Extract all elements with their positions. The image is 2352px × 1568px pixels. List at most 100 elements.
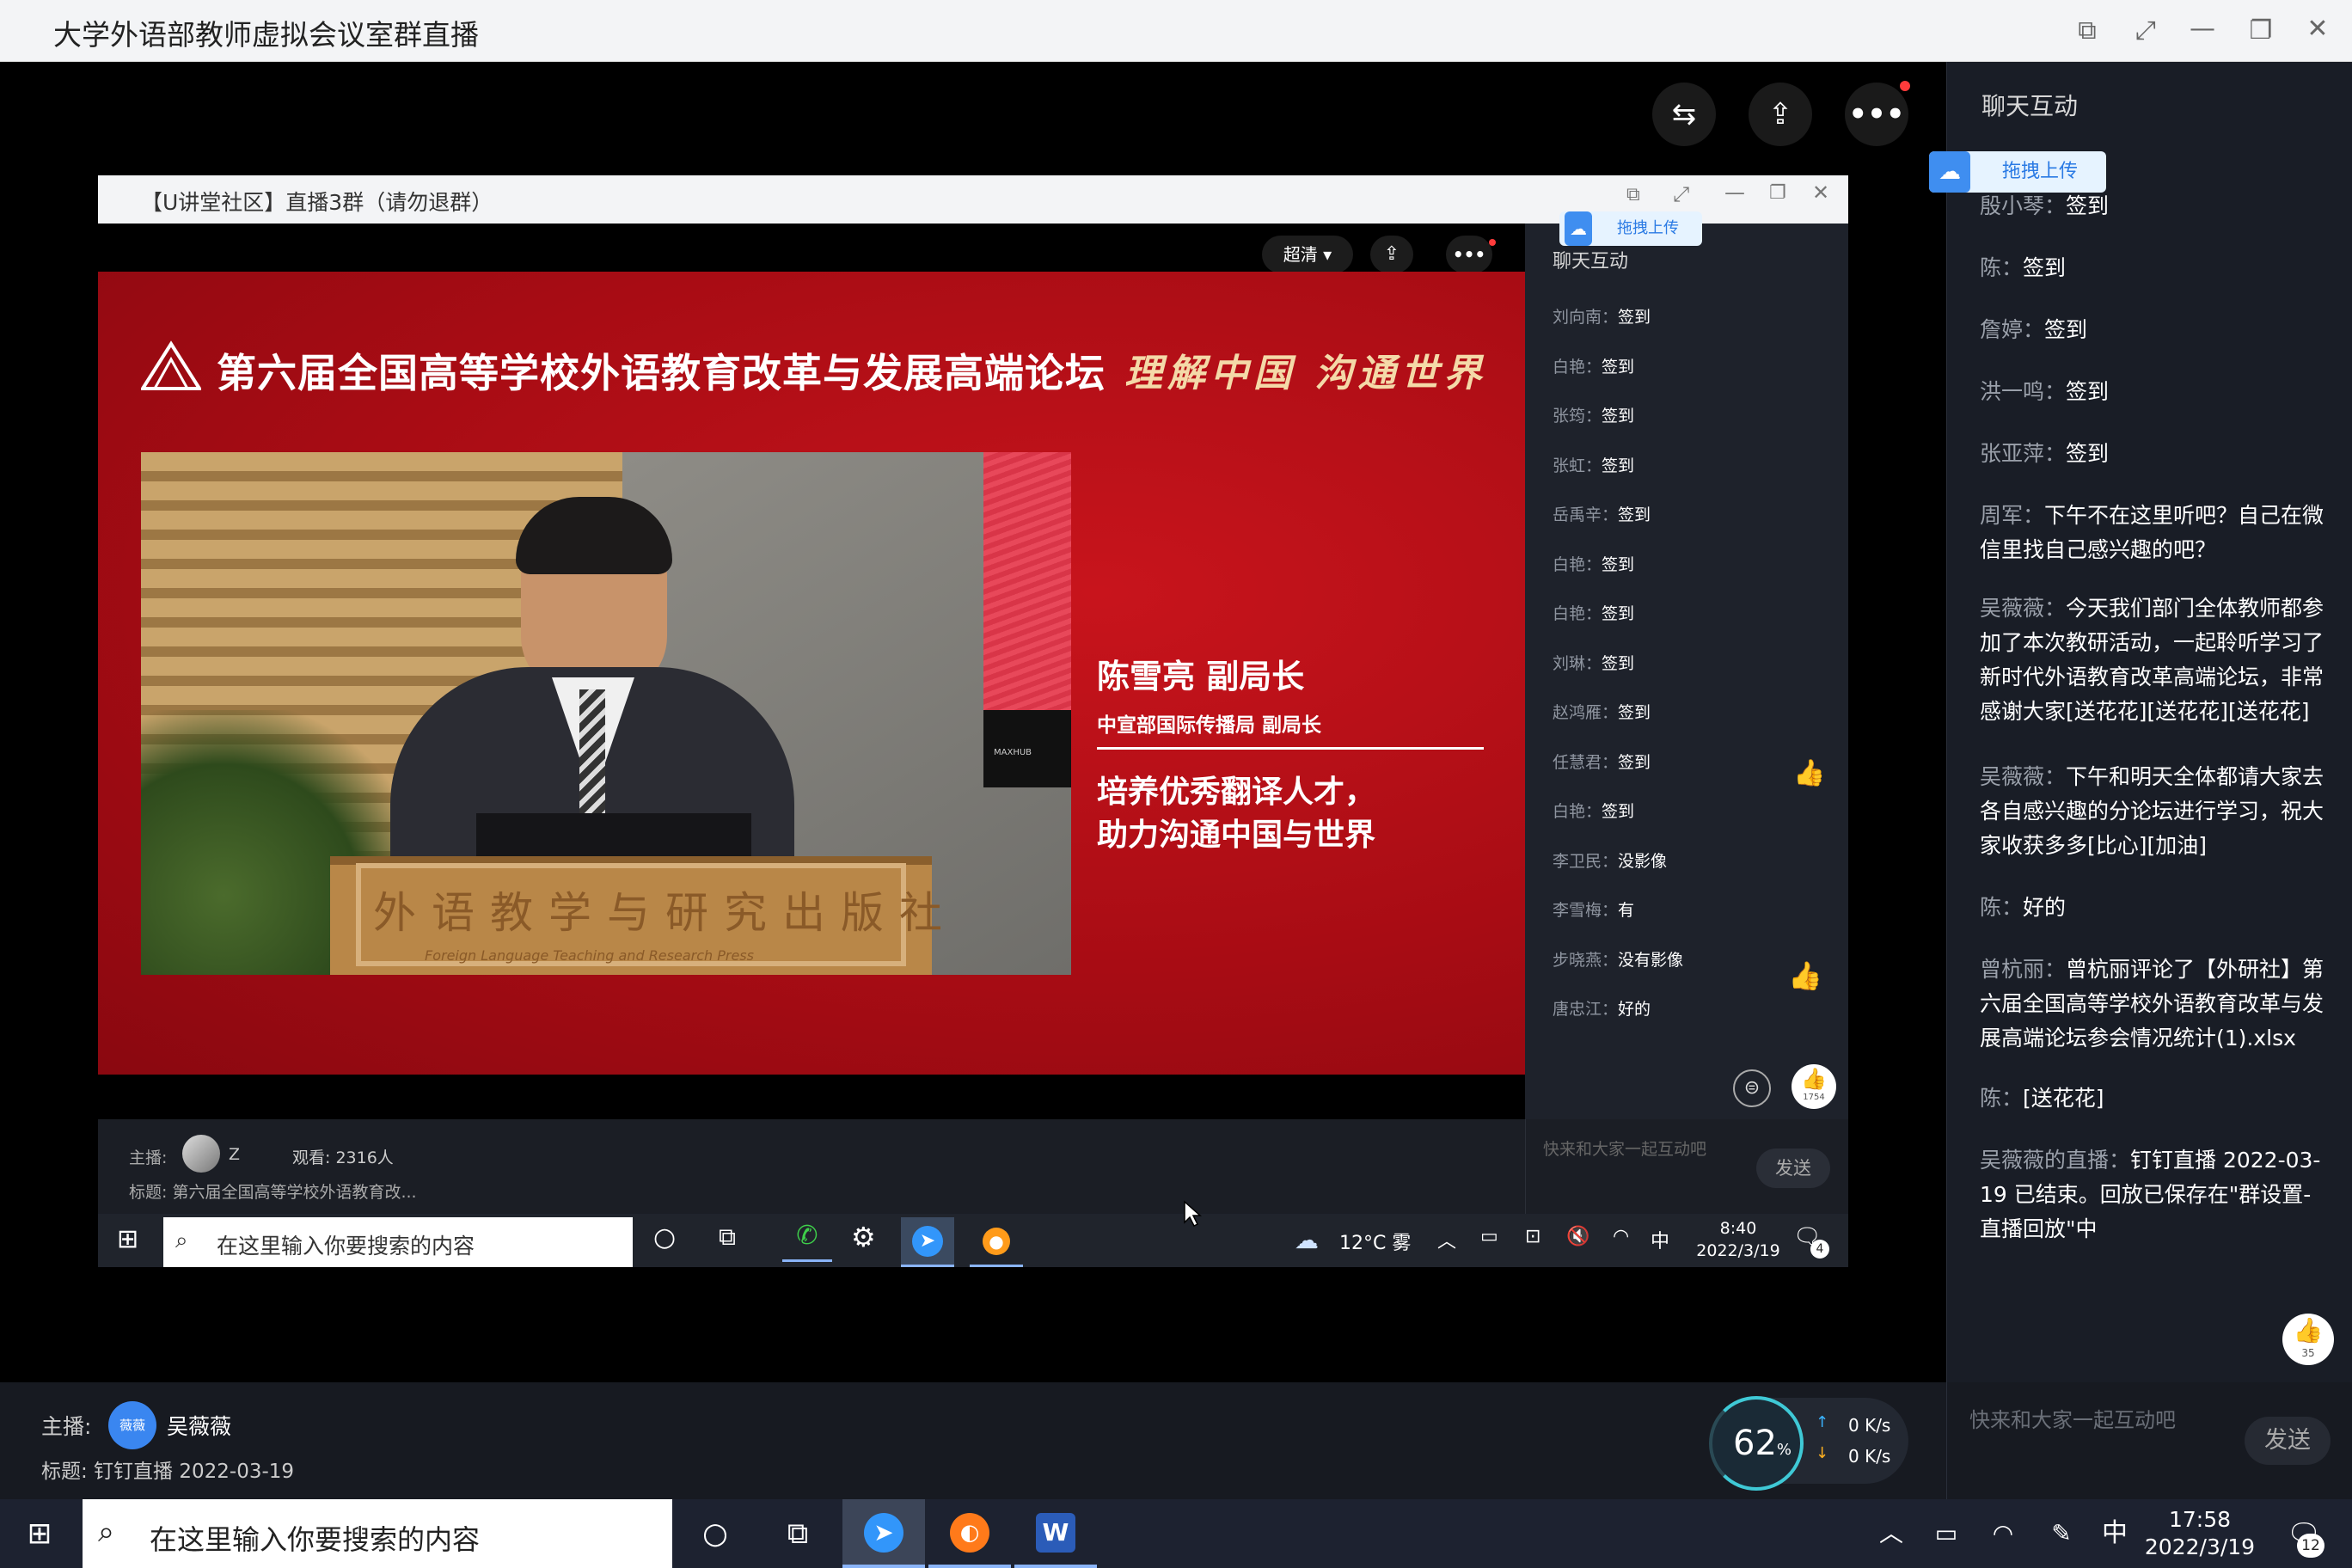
pip-icon[interactable]: ⧉	[2061, 5, 2113, 57]
chat-text: 好的	[2023, 895, 2067, 920]
chat-text: 签到	[1602, 357, 1635, 377]
chat-message: 吴薇薇：下午和明天全体都请大家去各自感兴趣的分论坛进行学习，祝大家收获多多[比心…	[1980, 760, 2332, 863]
chat-sender: 白艳：	[1553, 554, 1602, 574]
chat-message: 陈：[送花花]	[1980, 1081, 2332, 1116]
chat-sender: 白艳：	[1553, 604, 1602, 623]
clock[interactable]: 8:40 2022/3/19	[1687, 1217, 1790, 1262]
more-icon[interactable]: •••	[1446, 236, 1492, 273]
taskbar-search[interactable]: ⌕ 在这里输入你要搜索的内容	[83, 1499, 672, 1568]
task-view-icon[interactable]: ⧉	[763, 1508, 832, 1559]
browser-taskbar-icon[interactable]: ◐	[928, 1499, 1011, 1568]
send-button[interactable]: 发送	[2245, 1417, 2331, 1465]
like-count: 1754	[1803, 1093, 1825, 1102]
chat-sender: 詹婷：	[1980, 317, 2045, 342]
word-taskbar-icon[interactable]: W	[1014, 1499, 1097, 1568]
dingtalk-icon: ➤	[912, 1226, 943, 1257]
outer-chat-input-area: 快来和大家一起互动吧 发送	[1946, 1382, 2352, 1499]
chat-sender: 张亚萍：	[1980, 441, 2067, 466]
fullscreen-icon[interactable]: ⤢	[1673, 182, 1689, 206]
taskbar-search[interactable]: ⌕ 在这里输入你要搜索的内容	[163, 1217, 633, 1267]
chat-text: 签到	[2044, 317, 2088, 342]
dingtalk-taskbar-icon[interactable]: ➤	[842, 1499, 925, 1568]
chat-text: 签到	[1602, 554, 1635, 574]
chat-message: 陈：签到	[1980, 251, 2332, 285]
minimize-button[interactable]: —	[2177, 3, 2228, 55]
chat-sender: 步晓燕：	[1553, 950, 1619, 970]
chat-message: 白艳：签到	[1553, 799, 1634, 822]
chat-text: 签到	[2066, 379, 2110, 404]
battery-icon[interactable]: ▭	[1480, 1226, 1498, 1247]
chat-input[interactable]: 快来和大家一起互动吧	[1543, 1136, 1749, 1160]
chat-input[interactable]: 快来和大家一起互动吧	[1969, 1403, 2227, 1433]
podium-subtext: Foreign Language Teaching and Research P…	[425, 947, 754, 964]
system-monitor-widget[interactable]: 62% ↑ 0 K/s ↓ 0 K/s	[1709, 1396, 1908, 1491]
chat-text: 没影像	[1618, 851, 1668, 871]
chat-message: 李雪梅：有	[1553, 897, 1634, 921]
app-taskbar-icon[interactable]: ●	[970, 1217, 1023, 1267]
close-button[interactable]: ✕	[2292, 3, 2343, 55]
chat-message: 吴薇薇的直播：钉钉直播 2022-03-19 已结束。回放已保存在"群设置-直播…	[1980, 1143, 2332, 1246]
chat-message: 唐忠江：好的	[1553, 996, 1651, 1020]
chat-sender: 刘向南：	[1553, 308, 1619, 327]
cloud-upload-icon: ☁	[1565, 211, 1592, 246]
thumbs-up-icon: 👍	[1793, 758, 1826, 788]
clock[interactable]: 17:58 2022/3/19	[2135, 1506, 2264, 1561]
wechat-icon[interactable]: ✆	[782, 1221, 832, 1262]
translate-icon[interactable]: ⇆	[1652, 83, 1716, 146]
drag-upload-badge[interactable]: ☁ 拖拽上传	[1559, 211, 1702, 246]
chat-message: 张亚萍：签到	[1980, 437, 2332, 471]
download-arrow-icon: ↓	[1816, 1444, 1829, 1462]
minimize-button[interactable]: —	[1724, 181, 1745, 205]
chat-text: 签到	[1602, 653, 1635, 673]
settings-icon[interactable]: ⚙	[851, 1221, 876, 1253]
chevron-up-icon[interactable]: ︿	[1437, 1226, 1456, 1253]
dingtalk-taskbar-icon[interactable]: ➤	[901, 1217, 954, 1267]
chat-text: 签到	[2023, 255, 2067, 280]
avatar[interactable]	[182, 1135, 220, 1173]
chat-text: 签到	[1602, 604, 1635, 623]
network-icon[interactable]: ⊡	[1525, 1226, 1540, 1247]
drag-upload-label: 拖拽上传	[1617, 219, 1679, 237]
orange-app-icon: ●	[983, 1228, 1010, 1255]
chat-message: 张虹：签到	[1553, 453, 1634, 476]
drag-upload-badge[interactable]: ☁ 拖拽上传	[1929, 151, 2106, 193]
chat-sender: 李雪梅：	[1553, 901, 1619, 920]
inner-chat-input-area: 快来和大家一起互动吧 发送	[1525, 1119, 1848, 1214]
notification-dot	[1489, 239, 1496, 246]
volume-icon[interactable]: 🔇	[1566, 1226, 1589, 1247]
chat-sender: 白艳：	[1553, 802, 1602, 821]
quality-selector[interactable]: 超清 ▾	[1262, 236, 1353, 273]
chat-sender: 周军：	[1980, 503, 2045, 528]
search-icon: ⌕	[175, 1228, 188, 1253]
pip-icon[interactable]: ⧉	[1626, 184, 1640, 205]
chat-sender: 陈：	[1980, 895, 2024, 920]
more-icon[interactable]: •••	[1845, 83, 1908, 146]
like-button[interactable]: 👍 1754	[1792, 1064, 1836, 1109]
slide-headline: 第六届全国高等学校外语教育改革与发展高端论坛	[217, 350, 1106, 396]
windows-start-icon[interactable]: ⊞	[5, 1508, 74, 1559]
weather-text[interactable]: 12°C 雾	[1339, 1228, 1411, 1255]
windows-start-icon[interactable]: ⊞	[117, 1224, 138, 1254]
like-button[interactable]: 👍 35	[2282, 1314, 2334, 1365]
task-view-icon[interactable]: ⧉	[719, 1222, 736, 1252]
speech-topic-line1: 培养优秀翻译人才，	[1097, 775, 1376, 810]
ime-indicator[interactable]: 中	[1651, 1226, 1669, 1253]
cortana-icon[interactable]: ○	[681, 1508, 750, 1559]
restore-button[interactable]: ❐	[1769, 182, 1786, 204]
share-icon[interactable]: ⇪	[1370, 236, 1413, 273]
fullscreen-icon[interactable]: ⤢	[2120, 5, 2171, 57]
link-icon[interactable]: ⊜	[1733, 1069, 1771, 1107]
chat-text: 签到	[1618, 703, 1651, 722]
cortana-icon[interactable]: ○	[653, 1222, 676, 1253]
wifi-icon[interactable]: ◠	[1613, 1226, 1629, 1247]
video-bottom-band	[98, 1075, 1525, 1119]
slide-slogan: 理解中国 沟通世界	[1124, 352, 1487, 395]
inner-chat-panel: 聊天互动 刘向南：签到 白艳：签到 张筠：签到 张虹：签到 岳禹辛：签到 白艳：签到 白艳：…	[1525, 224, 1848, 1119]
avatar[interactable]: 薇薇	[108, 1401, 156, 1449]
close-button[interactable]: ✕	[1812, 181, 1829, 205]
divider	[1097, 747, 1484, 750]
restore-button[interactable]: ❐	[2235, 5, 2287, 57]
chat-message: 刘琳：签到	[1553, 651, 1634, 674]
send-button[interactable]: 发送	[1756, 1148, 1830, 1188]
share-icon[interactable]: ⇪	[1749, 83, 1812, 146]
